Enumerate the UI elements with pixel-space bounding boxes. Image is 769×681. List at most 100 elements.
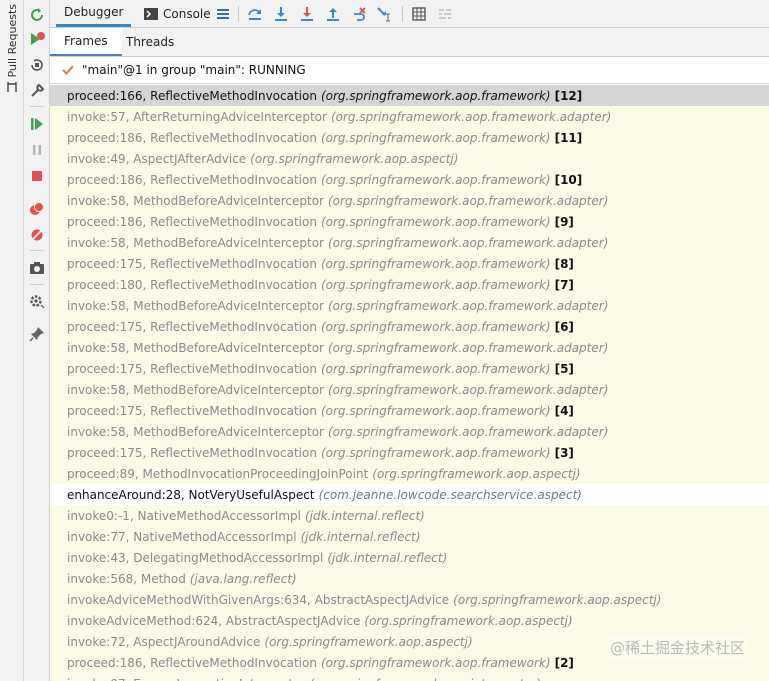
frame-package: (jdk.internal.reflect)	[304, 508, 425, 523]
frame-method: proceed:175, ReflectiveMethodInvocation	[67, 256, 317, 271]
frame-method: proceed:180, ReflectiveMethodInvocation	[67, 277, 317, 292]
camera-icon[interactable]	[28, 259, 46, 277]
frame-row[interactable]: proceed:175, ReflectiveMethodInvocation(…	[50, 316, 769, 337]
frame-row[interactable]: proceed:186, ReflectiveMethodInvocation(…	[50, 127, 769, 148]
frame-row[interactable]: proceed:175, ReflectiveMethodInvocation(…	[50, 253, 769, 274]
frame-row[interactable]: invoke:77, NativeMethodAccessorImpl (jdk.…	[50, 526, 769, 547]
frame-package: (org.springframework.aop.framework)	[320, 319, 551, 334]
step-over-icon[interactable]	[246, 5, 264, 23]
frame-index: [11]	[554, 130, 583, 145]
frame-row[interactable]: invoke:43, DelegatingMethodAccessorImpl(…	[50, 547, 769, 568]
pull-requests-label: Pull Requests	[5, 4, 19, 78]
frame-package: (org.springframework.aop.aspectj)	[364, 613, 573, 628]
frame-method: invoke:58, MethodBeforeAdviceInterceptor	[67, 193, 324, 208]
frame-package: (org.springframework.aop.framework)	[320, 214, 551, 229]
frame-row[interactable]: enhanceAround:28, NotVeryUsefulAspect (co…	[50, 484, 769, 505]
frame-row[interactable]: invoke:58, MethodBeforeAdviceInterceptor…	[50, 232, 769, 253]
frame-package: (org.springframework.aop.framework)	[320, 172, 551, 187]
tab-console[interactable]: Console	[140, 0, 215, 27]
stop-icon[interactable]	[28, 167, 46, 185]
settings-wrench-icon[interactable]	[28, 82, 46, 100]
frame-method: invoke:568, Method	[67, 571, 186, 586]
evaluate-expression-icon[interactable]	[410, 5, 428, 23]
layout-menu-icon[interactable]	[214, 5, 232, 23]
frame-index: [10]	[554, 172, 583, 187]
frame-method: invoke:43, DelegatingMethodAccessorImpl	[67, 550, 324, 565]
frame-package: (org.springframework.aop.framework)	[320, 277, 551, 292]
frames-list: proceed:166, ReflectiveMethodInvocation(…	[50, 85, 769, 681]
frame-index: [5]	[554, 361, 574, 376]
tab-threads[interactable]: Threads	[120, 28, 180, 56]
frame-package: (org.springframework.aop.framework)	[320, 88, 551, 103]
frame-row[interactable]: proceed:180, ReflectiveMethodInvocation(…	[50, 274, 769, 295]
frame-row[interactable]: invoke0:-1, NativeMethodAccessorImpl (jdk…	[50, 505, 769, 526]
frame-row[interactable]: invokeAdviceMethod:624, AbstractAspectJA…	[50, 610, 769, 631]
thread-selector[interactable]: "main"@1 in group "main": RUNNING	[50, 57, 769, 84]
restore-layout-icon[interactable]	[28, 56, 46, 74]
pull-requests-tab[interactable]: Pull Requests	[3, 2, 21, 102]
frame-package: (org.springframework.aop.framework)	[320, 403, 551, 418]
frame-row[interactable]: invoke:58, MethodBeforeAdviceInterceptor…	[50, 337, 769, 358]
pause-program-icon[interactable]	[28, 141, 46, 159]
toolbar-separator	[238, 6, 239, 22]
watermark: @稀土掘金技术社区	[607, 636, 747, 659]
frame-package: (jdk.internal.reflect)	[327, 550, 448, 565]
rerun-icon[interactable]	[28, 6, 46, 24]
force-step-into-icon[interactable]	[298, 5, 316, 23]
gear-icon[interactable]	[28, 292, 46, 310]
step-out-icon[interactable]	[324, 5, 342, 23]
run-to-cursor-icon[interactable]	[376, 5, 394, 23]
frame-method: invoke:72, AspectJAroundAdvice	[67, 634, 261, 649]
frame-method: proceed:186, ReflectiveMethodInvocation	[67, 655, 317, 670]
frame-row[interactable]: invoke:58, MethodBeforeAdviceInterceptor…	[50, 379, 769, 400]
frame-row[interactable]: proceed:166, ReflectiveMethodInvocation(…	[50, 85, 769, 106]
frame-package: (java.lang.reflect)	[189, 571, 297, 586]
frame-package: (org.springframework.aop.framework.adapt…	[327, 382, 609, 397]
frame-index: [8]	[554, 256, 574, 271]
frame-method: proceed:175, ReflectiveMethodInvocation	[67, 361, 317, 376]
frame-index: [2]	[554, 655, 574, 670]
frame-package: (org.springframework.aop.framework)	[320, 361, 551, 376]
pin-icon[interactable]	[28, 325, 46, 343]
frame-method: invoke0:-1, NativeMethodAccessorImpl	[67, 508, 301, 523]
frame-row[interactable]: proceed:186, ReflectiveMethodInvocation(…	[50, 169, 769, 190]
frame-row[interactable]: proceed:175, ReflectiveMethodInvocation(…	[50, 442, 769, 463]
frame-row[interactable]: invoke:97, ExposeInvocationInterceptor (o…	[50, 673, 769, 681]
view-breakpoints-icon[interactable]	[28, 200, 46, 218]
frame-package: (org.springframework.aop.aspectj)	[264, 634, 473, 649]
frame-row[interactable]: proceed:175, ReflectiveMethodInvocation(…	[50, 400, 769, 421]
frame-package: (org.springframework.aop.framework.adapt…	[327, 193, 609, 208]
frame-method: proceed:186, ReflectiveMethodInvocation	[67, 130, 317, 145]
frame-method: invoke:58, MethodBeforeAdviceInterceptor	[67, 424, 324, 439]
frame-method: proceed:175, ReflectiveMethodInvocation	[67, 403, 317, 418]
frame-row[interactable]: invokeAdviceMethodWithGivenArgs:634, Abs…	[50, 589, 769, 610]
tab-debugger[interactable]: Debugger	[56, 0, 132, 27]
mute-breakpoints-icon[interactable]	[28, 226, 46, 244]
thread-label: "main"@1 in group "main": RUNNING	[82, 63, 306, 77]
frame-row[interactable]: invoke:58, MethodBeforeAdviceInterceptor…	[50, 295, 769, 316]
resume-program-icon[interactable]	[28, 115, 46, 133]
frame-method: invoke:58, MethodBeforeAdviceInterceptor	[67, 298, 324, 313]
frame-row[interactable]: invoke:58, MethodBeforeAdviceInterceptor…	[50, 421, 769, 442]
step-into-icon[interactable]	[272, 5, 290, 23]
separator	[30, 250, 44, 251]
frame-row[interactable]: invoke:49, AspectJAfterAdvice (org.spring…	[50, 148, 769, 169]
frame-row[interactable]: proceed:175, ReflectiveMethodInvocation(…	[50, 358, 769, 379]
trace-current-stream-icon[interactable]	[436, 5, 454, 23]
frame-method: invoke:58, MethodBeforeAdviceInterceptor	[67, 235, 324, 250]
frame-row[interactable]: invoke:58, MethodBeforeAdviceInterceptor…	[50, 190, 769, 211]
resume-with-errors-icon[interactable]	[28, 30, 46, 48]
frame-row[interactable]: invoke:57, AfterReturningAdviceIntercept…	[50, 106, 769, 127]
frame-package: (com.jeanne.lowcode.searchservice.aspect…	[318, 487, 582, 502]
frame-row[interactable]: proceed:186, ReflectiveMethodInvocation(…	[50, 211, 769, 232]
drop-frame-icon[interactable]	[350, 5, 368, 23]
tab-frames[interactable]: Frames	[50, 28, 122, 56]
frame-package: (org.springframework.aop.aspectj)	[372, 466, 581, 481]
frame-row[interactable]: invoke:568, Method (java.lang.reflect)	[50, 568, 769, 589]
frame-method: proceed:186, ReflectiveMethodInvocation	[67, 172, 317, 187]
frame-package: (org.springframework.aop.framework.adapt…	[327, 424, 609, 439]
frame-package: (org.springframework.aop.framework)	[320, 130, 551, 145]
checkmark-icon	[60, 62, 76, 78]
frame-package: (org.springframework.aop.framework.adapt…	[327, 340, 609, 355]
frame-row[interactable]: proceed:89, MethodInvocationProceedingJo…	[50, 463, 769, 484]
